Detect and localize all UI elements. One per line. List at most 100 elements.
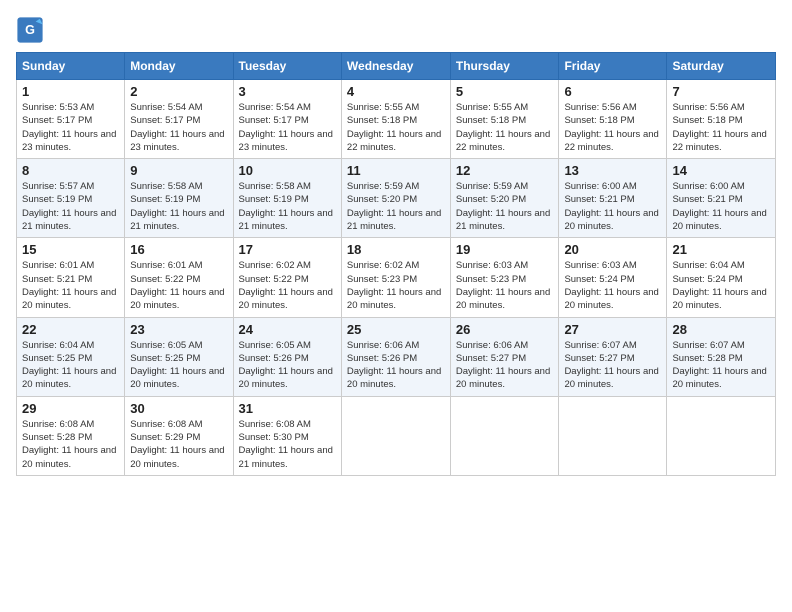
weekday-header-wednesday: Wednesday [341, 53, 450, 80]
day-detail: Sunrise: 6:05 AMSunset: 5:26 PMDaylight:… [239, 340, 333, 391]
calendar-cell: 9 Sunrise: 5:58 AMSunset: 5:19 PMDayligh… [125, 159, 233, 238]
day-number: 19 [456, 242, 554, 257]
calendar-cell: 24 Sunrise: 6:05 AMSunset: 5:26 PMDaylig… [233, 317, 341, 396]
day-detail: Sunrise: 6:08 AMSunset: 5:28 PMDaylight:… [22, 419, 116, 470]
day-number: 25 [347, 322, 445, 337]
calendar-cell: 30 Sunrise: 6:08 AMSunset: 5:29 PMDaylig… [125, 396, 233, 475]
day-number: 5 [456, 84, 554, 99]
calendar-cell: 11 Sunrise: 5:59 AMSunset: 5:20 PMDaylig… [341, 159, 450, 238]
calendar-cell: 18 Sunrise: 6:02 AMSunset: 5:23 PMDaylig… [341, 238, 450, 317]
week-row-5: 29 Sunrise: 6:08 AMSunset: 5:28 PMDaylig… [17, 396, 776, 475]
day-detail: Sunrise: 6:05 AMSunset: 5:25 PMDaylight:… [130, 340, 224, 391]
weekday-header-sunday: Sunday [17, 53, 125, 80]
day-detail: Sunrise: 5:55 AMSunset: 5:18 PMDaylight:… [347, 102, 441, 153]
day-number: 13 [564, 163, 661, 178]
day-detail: Sunrise: 5:59 AMSunset: 5:20 PMDaylight:… [347, 181, 441, 232]
calendar-cell: 25 Sunrise: 6:06 AMSunset: 5:26 PMDaylig… [341, 317, 450, 396]
calendar-cell: 13 Sunrise: 6:00 AMSunset: 5:21 PMDaylig… [559, 159, 667, 238]
day-number: 23 [130, 322, 227, 337]
day-detail: Sunrise: 5:54 AMSunset: 5:17 PMDaylight:… [239, 102, 333, 153]
day-detail: Sunrise: 6:03 AMSunset: 5:24 PMDaylight:… [564, 260, 658, 311]
day-detail: Sunrise: 5:59 AMSunset: 5:20 PMDaylight:… [456, 181, 550, 232]
day-number: 15 [22, 242, 119, 257]
weekday-header-tuesday: Tuesday [233, 53, 341, 80]
calendar-cell: 10 Sunrise: 5:58 AMSunset: 5:19 PMDaylig… [233, 159, 341, 238]
day-number: 1 [22, 84, 119, 99]
calendar-cell: 28 Sunrise: 6:07 AMSunset: 5:28 PMDaylig… [667, 317, 776, 396]
day-number: 11 [347, 163, 445, 178]
calendar-cell: 17 Sunrise: 6:02 AMSunset: 5:22 PMDaylig… [233, 238, 341, 317]
calendar-cell: 27 Sunrise: 6:07 AMSunset: 5:27 PMDaylig… [559, 317, 667, 396]
logo: G [16, 16, 48, 44]
calendar-cell: 8 Sunrise: 5:57 AMSunset: 5:19 PMDayligh… [17, 159, 125, 238]
calendar-cell: 12 Sunrise: 5:59 AMSunset: 5:20 PMDaylig… [450, 159, 559, 238]
day-number: 7 [672, 84, 770, 99]
day-detail: Sunrise: 6:04 AMSunset: 5:24 PMDaylight:… [672, 260, 766, 311]
calendar-cell: 15 Sunrise: 6:01 AMSunset: 5:21 PMDaylig… [17, 238, 125, 317]
day-detail: Sunrise: 6:06 AMSunset: 5:26 PMDaylight:… [347, 340, 441, 391]
day-number: 27 [564, 322, 661, 337]
day-detail: Sunrise: 6:04 AMSunset: 5:25 PMDaylight:… [22, 340, 116, 391]
calendar-table: SundayMondayTuesdayWednesdayThursdayFrid… [16, 52, 776, 476]
day-number: 2 [130, 84, 227, 99]
calendar-cell: 2 Sunrise: 5:54 AMSunset: 5:17 PMDayligh… [125, 80, 233, 159]
day-number: 10 [239, 163, 336, 178]
calendar-cell: 20 Sunrise: 6:03 AMSunset: 5:24 PMDaylig… [559, 238, 667, 317]
day-number: 22 [22, 322, 119, 337]
page-header: G [16, 16, 776, 44]
day-number: 6 [564, 84, 661, 99]
day-number: 29 [22, 401, 119, 416]
calendar-cell: 23 Sunrise: 6:05 AMSunset: 5:25 PMDaylig… [125, 317, 233, 396]
day-number: 24 [239, 322, 336, 337]
calendar-cell: 29 Sunrise: 6:08 AMSunset: 5:28 PMDaylig… [17, 396, 125, 475]
weekday-header-thursday: Thursday [450, 53, 559, 80]
svg-text:G: G [25, 23, 35, 37]
week-row-1: 1 Sunrise: 5:53 AMSunset: 5:17 PMDayligh… [17, 80, 776, 159]
day-detail: Sunrise: 5:53 AMSunset: 5:17 PMDaylight:… [22, 102, 116, 153]
weekday-header-saturday: Saturday [667, 53, 776, 80]
day-number: 20 [564, 242, 661, 257]
week-row-2: 8 Sunrise: 5:57 AMSunset: 5:19 PMDayligh… [17, 159, 776, 238]
day-number: 21 [672, 242, 770, 257]
calendar-cell [341, 396, 450, 475]
day-detail: Sunrise: 5:57 AMSunset: 5:19 PMDaylight:… [22, 181, 116, 232]
day-number: 4 [347, 84, 445, 99]
day-detail: Sunrise: 5:54 AMSunset: 5:17 PMDaylight:… [130, 102, 224, 153]
calendar-cell: 7 Sunrise: 5:56 AMSunset: 5:18 PMDayligh… [667, 80, 776, 159]
calendar-cell: 16 Sunrise: 6:01 AMSunset: 5:22 PMDaylig… [125, 238, 233, 317]
day-detail: Sunrise: 6:06 AMSunset: 5:27 PMDaylight:… [456, 340, 550, 391]
calendar-cell: 3 Sunrise: 5:54 AMSunset: 5:17 PMDayligh… [233, 80, 341, 159]
day-detail: Sunrise: 6:01 AMSunset: 5:22 PMDaylight:… [130, 260, 224, 311]
day-number: 18 [347, 242, 445, 257]
day-detail: Sunrise: 5:56 AMSunset: 5:18 PMDaylight:… [672, 102, 766, 153]
calendar-cell: 31 Sunrise: 6:08 AMSunset: 5:30 PMDaylig… [233, 396, 341, 475]
calendar-cell [559, 396, 667, 475]
calendar-cell [667, 396, 776, 475]
day-number: 3 [239, 84, 336, 99]
calendar-cell [450, 396, 559, 475]
day-number: 30 [130, 401, 227, 416]
day-detail: Sunrise: 6:07 AMSunset: 5:27 PMDaylight:… [564, 340, 658, 391]
calendar-cell: 14 Sunrise: 6:00 AMSunset: 5:21 PMDaylig… [667, 159, 776, 238]
weekday-header-row: SundayMondayTuesdayWednesdayThursdayFrid… [17, 53, 776, 80]
calendar-cell: 19 Sunrise: 6:03 AMSunset: 5:23 PMDaylig… [450, 238, 559, 317]
calendar-cell: 1 Sunrise: 5:53 AMSunset: 5:17 PMDayligh… [17, 80, 125, 159]
day-detail: Sunrise: 6:08 AMSunset: 5:29 PMDaylight:… [130, 419, 224, 470]
day-detail: Sunrise: 5:56 AMSunset: 5:18 PMDaylight:… [564, 102, 658, 153]
day-detail: Sunrise: 6:07 AMSunset: 5:28 PMDaylight:… [672, 340, 766, 391]
calendar-cell: 21 Sunrise: 6:04 AMSunset: 5:24 PMDaylig… [667, 238, 776, 317]
day-number: 26 [456, 322, 554, 337]
day-number: 16 [130, 242, 227, 257]
day-detail: Sunrise: 6:08 AMSunset: 5:30 PMDaylight:… [239, 419, 333, 470]
day-detail: Sunrise: 5:58 AMSunset: 5:19 PMDaylight:… [239, 181, 333, 232]
week-row-3: 15 Sunrise: 6:01 AMSunset: 5:21 PMDaylig… [17, 238, 776, 317]
day-detail: Sunrise: 5:55 AMSunset: 5:18 PMDaylight:… [456, 102, 550, 153]
weekday-header-friday: Friday [559, 53, 667, 80]
day-number: 12 [456, 163, 554, 178]
day-detail: Sunrise: 6:02 AMSunset: 5:23 PMDaylight:… [347, 260, 441, 311]
day-detail: Sunrise: 5:58 AMSunset: 5:19 PMDaylight:… [130, 181, 224, 232]
calendar-cell: 5 Sunrise: 5:55 AMSunset: 5:18 PMDayligh… [450, 80, 559, 159]
day-number: 17 [239, 242, 336, 257]
calendar-cell: 6 Sunrise: 5:56 AMSunset: 5:18 PMDayligh… [559, 80, 667, 159]
week-row-4: 22 Sunrise: 6:04 AMSunset: 5:25 PMDaylig… [17, 317, 776, 396]
